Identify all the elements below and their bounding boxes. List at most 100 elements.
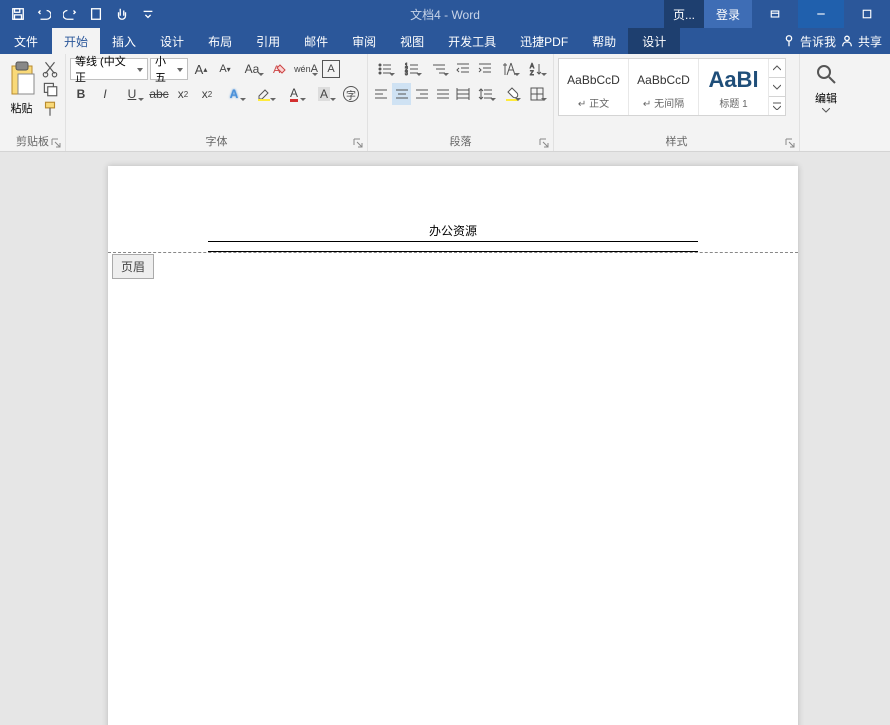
group-paragraph: 123 AZ 段落 (368, 54, 554, 151)
style-no-spacing[interactable]: AaBbCcD ↵ 无间隔 (629, 59, 699, 115)
tab-header-design[interactable]: 设计 (628, 28, 680, 54)
login-button[interactable]: 登录 (704, 0, 752, 28)
asian-layout-button[interactable] (497, 58, 522, 80)
style-preview: AaBbCcD (637, 65, 690, 95)
header-tag[interactable]: 页眉 (112, 254, 154, 279)
bullets-button[interactable] (372, 58, 397, 80)
char-border-button[interactable]: A (322, 60, 340, 78)
save-button[interactable] (6, 2, 30, 26)
redo-button[interactable] (58, 2, 82, 26)
tab-help[interactable]: 帮助 (580, 28, 628, 54)
search-icon (814, 62, 838, 86)
page[interactable]: 办公资源 页眉 (108, 166, 798, 725)
paragraph-launcher[interactable] (539, 137, 551, 149)
document-area[interactable]: 办公资源 页眉 (0, 152, 890, 725)
justify-button[interactable] (433, 83, 451, 105)
sort-button[interactable]: AZ (524, 58, 549, 80)
group-clipboard: 粘贴 剪贴板 (0, 54, 66, 151)
decrease-indent-button[interactable] (453, 58, 473, 80)
font-group-label: 字体 (70, 133, 363, 151)
copy-button[interactable] (41, 80, 59, 98)
style-preview: AaBbCcD (567, 65, 620, 95)
text-effects-button[interactable]: A (220, 83, 248, 105)
maximize-button[interactable] (844, 0, 890, 28)
enclose-char-button[interactable]: 字 (340, 83, 362, 105)
svg-text:A: A (530, 64, 534, 70)
tab-mailings[interactable]: 邮件 (292, 28, 340, 54)
tab-layout[interactable]: 布局 (196, 28, 244, 54)
format-painter-button[interactable] (41, 100, 59, 118)
header-tools-context[interactable]: 页... (664, 0, 704, 28)
touch-mode-button[interactable] (110, 2, 134, 26)
shrink-font-button[interactable]: A▾ (214, 58, 236, 80)
align-center-button[interactable] (392, 83, 410, 105)
tab-design[interactable]: 设计 (148, 28, 196, 54)
tab-pdf[interactable]: 迅捷PDF (508, 28, 580, 54)
subscript-button[interactable]: x2 (172, 83, 194, 105)
superscript-button[interactable]: x2 (196, 83, 218, 105)
style-normal[interactable]: AaBbCcD ↵ 正文 (559, 59, 629, 115)
borders-button[interactable] (525, 83, 549, 105)
strikethrough-button[interactable]: abc (148, 83, 170, 105)
paragraph-group-label: 段落 (372, 133, 549, 151)
styles-scroll-up[interactable] (769, 59, 785, 78)
tab-file[interactable]: 文件 (0, 28, 52, 54)
svg-text:3: 3 (405, 71, 408, 77)
distributed-button[interactable] (454, 83, 472, 105)
ribbon: 粘贴 剪贴板 等线 (中文正 小五 A▴ A▾ Aa A wénA A (0, 54, 890, 152)
share-button[interactable]: 共享 (840, 33, 882, 50)
numbering-button[interactable]: 123 (399, 58, 424, 80)
styles-group-label: 样式 (558, 133, 795, 151)
underline-button[interactable]: U (118, 83, 146, 105)
align-right-button[interactable] (413, 83, 431, 105)
phonetic-guide-button[interactable]: wénA (292, 58, 320, 80)
tab-home[interactable]: 开始 (52, 28, 100, 54)
cut-button[interactable] (41, 60, 59, 78)
editing-group-label (804, 133, 848, 151)
tell-me-button[interactable]: 告诉我 (782, 33, 836, 50)
share-label: 共享 (858, 33, 882, 50)
header-rule (208, 242, 698, 252)
tab-insert[interactable]: 插入 (100, 28, 148, 54)
tab-review[interactable]: 审阅 (340, 28, 388, 54)
customize-qat-button[interactable] (136, 2, 160, 26)
font-name-select[interactable]: 等线 (中文正 (70, 58, 148, 80)
styles-expand[interactable] (769, 97, 785, 115)
font-size-select[interactable]: 小五 (150, 58, 188, 80)
minimize-button[interactable] (798, 0, 844, 28)
window-controls: 页... 登录 (664, 0, 890, 28)
bold-button[interactable]: B (70, 83, 92, 105)
style-name: ↵ 无间隔 (643, 95, 684, 110)
header-area[interactable]: 办公资源 (208, 222, 698, 252)
grow-font-button[interactable]: A▴ (190, 58, 212, 80)
font-launcher[interactable] (353, 137, 365, 149)
styles-scroll-down[interactable] (769, 78, 785, 97)
align-left-button[interactable] (372, 83, 390, 105)
svg-text:Z: Z (530, 71, 534, 77)
clear-formatting-button[interactable]: A (268, 58, 290, 80)
undo-button[interactable] (32, 2, 56, 26)
new-doc-button[interactable] (84, 2, 108, 26)
change-case-button[interactable]: Aa (238, 58, 266, 80)
header-text[interactable]: 办公资源 (208, 222, 698, 242)
tab-developer[interactable]: 开发工具 (436, 28, 508, 54)
line-spacing-button[interactable] (474, 83, 498, 105)
italic-button[interactable]: I (94, 83, 116, 105)
style-heading1[interactable]: AaBl 标题 1 (699, 59, 769, 115)
shading-button[interactable] (500, 83, 524, 105)
paste-button[interactable]: 粘贴 (4, 58, 39, 133)
multilevel-list-button[interactable] (426, 58, 451, 80)
highlight-button[interactable] (250, 83, 278, 105)
styles-launcher[interactable] (785, 137, 797, 149)
document-title: 文档4 - Word (410, 6, 480, 23)
font-color-button[interactable]: A (280, 83, 308, 105)
tab-view[interactable]: 视图 (388, 28, 436, 54)
char-shading-button[interactable]: A (310, 83, 338, 105)
style-name: 标题 1 (719, 95, 747, 110)
increase-indent-button[interactable] (475, 58, 495, 80)
editing-label: 编辑 (815, 90, 837, 106)
find-button[interactable]: 编辑 (804, 58, 848, 133)
ribbon-display-button[interactable] (752, 0, 798, 28)
tab-references[interactable]: 引用 (244, 28, 292, 54)
clipboard-launcher[interactable] (51, 137, 63, 149)
